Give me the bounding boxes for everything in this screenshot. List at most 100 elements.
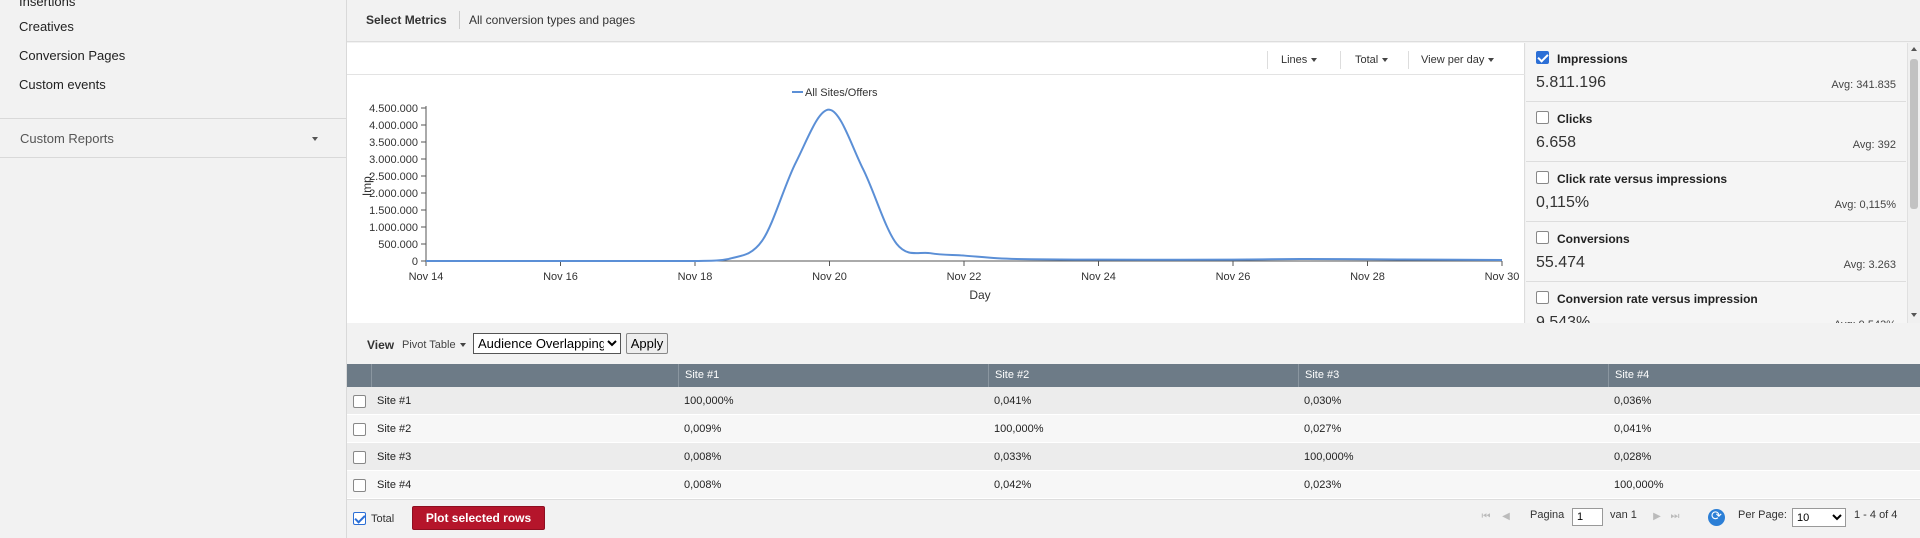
sidebar-section-custom-reports[interactable]: Custom Reports — [0, 118, 346, 158]
metric-average: Avg: 0,115% — [1834, 199, 1896, 211]
refresh-icon[interactable] — [1708, 508, 1725, 526]
scrollbar[interactable] — [1907, 43, 1920, 323]
row-label: Site #2 — [377, 423, 412, 435]
column-header[interactable]: Site #1 — [678, 364, 988, 387]
y-tick-label: 4.000.000 — [369, 120, 418, 132]
x-tick-label: Nov 20 — [812, 271, 847, 283]
table-row[interactable]: Site #3 0,008% 0,033% 100,000% 0,028% — [347, 443, 1920, 471]
range-label: 1 - 4 of 4 — [1854, 509, 1898, 521]
column-header[interactable]: Site #2 — [988, 364, 1298, 387]
chevron-down-icon — [1488, 58, 1495, 63]
sidebar-section-label: Custom Reports — [20, 131, 114, 146]
main-area: Select Metrics All conversion types and … — [347, 0, 1920, 538]
x-tick-label: Nov 28 — [1350, 271, 1385, 283]
x-tick-label: Nov 14 — [409, 271, 444, 283]
y-tick-label: 3.500.000 — [369, 137, 418, 149]
table-row[interactable]: Site #2 0,009% 100,000% 0,027% 0,041% — [347, 415, 1920, 443]
view-bar: View Pivot Table Audience Overlapping Ap… — [347, 324, 1920, 364]
conversion-filter-button[interactable]: All conversion types and pages — [469, 13, 635, 27]
page-label: Pagina — [1530, 509, 1565, 521]
chart-toolbar: Lines Total View per day — [347, 43, 1525, 75]
table-cell: 100,000% — [1304, 451, 1354, 463]
chevron-down-icon — [459, 343, 466, 348]
select-metrics-button[interactable]: Select Metrics — [366, 13, 447, 27]
row-label: Site #3 — [377, 451, 412, 463]
header-row-label-cell — [371, 364, 678, 387]
row-checkbox[interactable] — [353, 395, 366, 408]
total-label: Total — [371, 513, 395, 525]
metric-checkbox[interactable] — [1536, 171, 1549, 184]
per-page-select[interactable]: 10 — [1792, 508, 1846, 527]
last-page-icon[interactable]: ⏭ — [1667, 509, 1683, 525]
view-per-day-dropdown[interactable]: View per day — [1421, 54, 1495, 66]
pivot-table-dropdown[interactable]: Pivot Table — [402, 339, 466, 351]
table-footer: Total Plot selected rows ⏮ ◀ Pagina van … — [347, 499, 1920, 533]
lines-dropdown[interactable]: Lines — [1281, 54, 1318, 66]
metric-checkbox[interactable] — [1536, 291, 1549, 304]
metric-card[interactable]: Clicks 6.658 Avg: 392 — [1526, 103, 1906, 162]
row-checkbox[interactable] — [353, 451, 366, 464]
x-tick-label: Nov 30 — [1485, 271, 1520, 283]
metric-average: Avg: 341.835 — [1831, 79, 1896, 91]
table-cell: 0,033% — [994, 451, 1032, 463]
table-cell: 0,028% — [1614, 451, 1652, 463]
total-dropdown-label: Total — [1355, 54, 1379, 66]
table-cell: 0,041% — [994, 395, 1032, 407]
divider — [1408, 51, 1409, 69]
scroll-down-icon[interactable] — [1911, 313, 1917, 317]
series-line — [426, 108, 1503, 262]
impressions-line-chart: All Sites/Offers 0 500.000 1.000.000 1.500.0… — [360, 87, 1520, 302]
metric-card[interactable]: Conversion rate versus impression 9,543% A… — [1526, 283, 1906, 323]
pivot-table-label: Pivot Table — [402, 339, 456, 351]
column-header[interactable]: Site #4 — [1608, 364, 1920, 387]
apply-button[interactable]: Apply — [626, 333, 668, 354]
metric-checkbox[interactable] — [1536, 51, 1549, 64]
metric-card[interactable]: Conversions 55.474 Avg: 3.263 — [1526, 223, 1906, 282]
plot-selected-rows-button[interactable]: Plot selected rows — [412, 506, 545, 530]
total-checkbox[interactable] — [353, 512, 366, 525]
metric-card[interactable]: Click rate versus impressions 0,115% Avg: … — [1526, 163, 1906, 222]
table-cell: 100,000% — [994, 423, 1044, 435]
sidebar-item-creatives[interactable]: Creatives — [19, 19, 74, 34]
next-page-icon[interactable]: ▶ — [1649, 509, 1665, 525]
table-row[interactable]: Site #1 100,000% 0,041% 0,030% 0,036% — [347, 387, 1920, 415]
metric-checkbox[interactable] — [1536, 111, 1549, 124]
y-tick-label: 1.500.000 — [369, 205, 418, 217]
y-tick-label: 1.000.000 — [369, 222, 418, 234]
scroll-up-icon[interactable] — [1911, 47, 1917, 51]
table-cell: 0,042% — [994, 479, 1032, 491]
table-cell: 0,036% — [1614, 395, 1652, 407]
table-cell: 0,008% — [684, 479, 722, 491]
sidebar-item-custom-events[interactable]: Custom events — [19, 77, 106, 92]
metric-card[interactable]: Impressions 5.811.196 Avg: 341.835 — [1526, 43, 1906, 102]
scrollbar-thumb[interactable] — [1910, 59, 1918, 209]
metric-panel: Impressions 5.811.196 Avg: 341.835 Clicks 6.… — [1526, 43, 1920, 323]
divider — [459, 11, 460, 29]
page-input[interactable] — [1572, 508, 1603, 526]
sidebar-item-insertions[interactable]: Insertions — [19, 0, 75, 9]
view-per-day-label: View per day — [1421, 54, 1485, 66]
row-checkbox[interactable] — [353, 423, 366, 436]
divider — [1267, 51, 1268, 69]
x-axis-label: Day — [969, 288, 990, 302]
column-header[interactable]: Site #3 — [1298, 364, 1608, 387]
table-row[interactable]: Site #4 0,008% 0,042% 0,023% 100,000% — [347, 471, 1920, 499]
previous-page-icon[interactable]: ◀ — [1498, 509, 1514, 525]
first-page-icon[interactable]: ⏮ — [1478, 509, 1494, 525]
pivot-table: Site #1 Site #2 Site #3 Site #4 Site #1 1… — [347, 364, 1920, 499]
x-tick-label: Nov 24 — [1081, 271, 1116, 283]
sidebar-item-conversion-pages[interactable]: Conversion Pages — [19, 48, 125, 63]
metric-value: 5.811.196 — [1536, 74, 1606, 91]
total-dropdown[interactable]: Total — [1355, 54, 1389, 66]
metrics-bar: Select Metrics All conversion types and … — [347, 0, 1920, 42]
y-tick-label: 4.500.000 — [369, 103, 418, 115]
per-page-label: Per Page: — [1738, 509, 1787, 521]
y-tick-label: 0 — [412, 256, 418, 268]
metric-checkbox[interactable] — [1536, 231, 1549, 244]
x-tick-label: Nov 16 — [543, 271, 578, 283]
y-tick-label: 500.000 — [378, 239, 418, 251]
row-checkbox[interactable] — [353, 479, 366, 492]
table-cell: 100,000% — [684, 395, 734, 407]
table-cell: 0,023% — [1304, 479, 1342, 491]
report-type-select[interactable]: Audience Overlapping — [473, 333, 621, 354]
